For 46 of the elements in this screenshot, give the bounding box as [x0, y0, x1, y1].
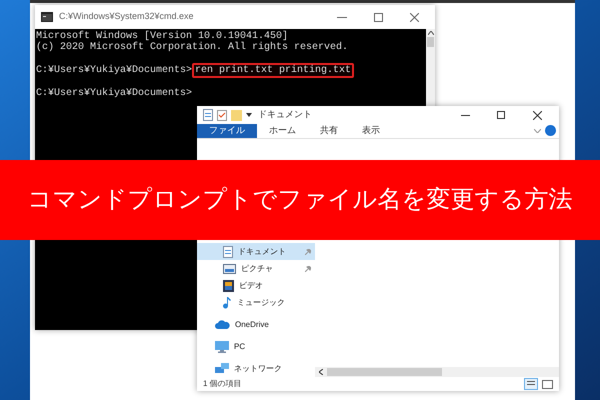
- status-text: 1 個の項目: [203, 378, 243, 390]
- document-icon: [223, 246, 233, 258]
- minimize-icon: [460, 114, 470, 116]
- banner-text: コマンドプロンプトでファイル名を変更する方法: [28, 186, 572, 215]
- music-note-icon: [223, 296, 232, 309]
- ribbon-tab[interactable]: 表示: [350, 124, 392, 138]
- close-icon: [532, 110, 542, 120]
- horizontal-scrollbar[interactable]: [315, 367, 559, 378]
- nav-item[interactable]: OneDrive: [197, 316, 315, 334]
- console-line: (c) 2020 Microsoft Corporation. All rights reserved.: [36, 42, 348, 53]
- image-icon: [223, 264, 236, 274]
- highlighted-command: ren print.txt printing.txt: [192, 63, 354, 78]
- pin-icon: [305, 266, 311, 272]
- nav-item[interactable]: ビデオ: [197, 277, 315, 294]
- ribbon-tab[interactable]: 共有: [308, 124, 350, 138]
- nav-item[interactable]: ピクチャ: [197, 260, 315, 278]
- nav-item[interactable]: PC: [197, 338, 315, 356]
- maximize-icon: [497, 111, 505, 119]
- folder-icon: [231, 110, 242, 120]
- terminal-icon: [41, 12, 53, 22]
- monitor-icon: [215, 340, 229, 353]
- large-icons-view-icon[interactable]: [542, 380, 553, 389]
- close-icon: [410, 12, 418, 22]
- console-line: Microsoft Windows [Version 10.0.19041.450]: [36, 31, 288, 42]
- film-icon: [223, 280, 234, 292]
- cloud-icon: [215, 320, 230, 330]
- ribbon-tab[interactable]: ファイル: [197, 124, 257, 138]
- nav-item[interactable]: ドキュメント: [197, 243, 315, 260]
- nav-item[interactable]: ネットワーク: [197, 360, 315, 378]
- window-title: ドキュメント: [257, 108, 313, 122]
- minimize-icon: [337, 16, 347, 18]
- details-view-icon[interactable]: [524, 378, 538, 390]
- network-icon: [215, 363, 229, 374]
- document-icon: [203, 109, 213, 121]
- chevron-icon[interactable]: [534, 128, 541, 133]
- window-title: C:¥Windows¥System32¥cmd.exe: [59, 10, 195, 24]
- caret-icon[interactable]: [246, 113, 252, 117]
- scrollbar-thumb[interactable]: [427, 37, 434, 47]
- ribbon-tab[interactable]: ホーム: [257, 124, 308, 138]
- checklist-icon: [217, 110, 227, 120]
- maximize-icon: [374, 12, 382, 22]
- help-icon[interactable]: [545, 125, 556, 136]
- console-prompt: C:¥Users¥Yukiya¥Documents>: [36, 88, 192, 99]
- nav-item[interactable]: ミュージック: [197, 294, 315, 312]
- console-prompt: C:¥Users¥Yukiya¥Documents>: [36, 65, 192, 76]
- pin-icon: [305, 248, 311, 255]
